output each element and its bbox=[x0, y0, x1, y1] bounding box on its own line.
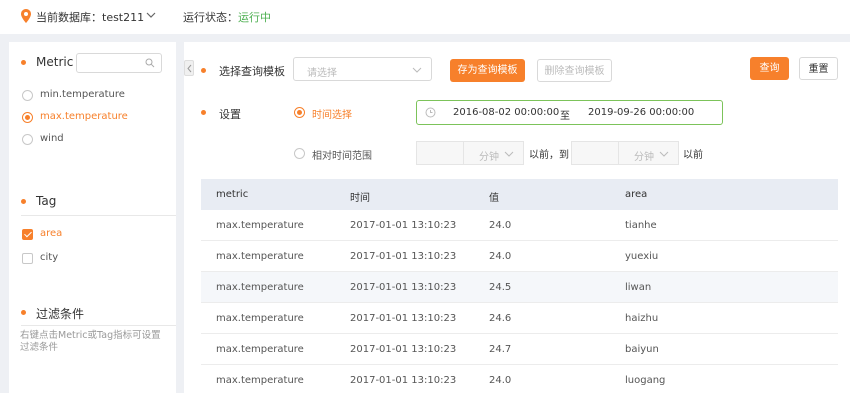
template-placeholder: 请选择 bbox=[307, 68, 337, 79]
table-row[interactable]: max.temperature 2017-01-01 13:10:23 24.0… bbox=[201, 241, 838, 272]
template-select[interactable]: 请选择 bbox=[293, 57, 432, 81]
cell-area: haizhu bbox=[625, 313, 659, 324]
settings-label: 设置 bbox=[219, 108, 241, 121]
relative-time-label[interactable]: 相对时间范围 bbox=[312, 147, 372, 162]
cell-area: tianhe bbox=[625, 220, 657, 231]
column-header: metric bbox=[216, 189, 249, 200]
column-header: 值 bbox=[489, 193, 499, 204]
table-header: metric 时间 值 area bbox=[201, 179, 838, 210]
before-label: 以前 bbox=[683, 150, 703, 161]
sidebar-collapse-handle[interactable] bbox=[184, 60, 194, 76]
chevron-down-icon[interactable] bbox=[146, 11, 156, 19]
divider bbox=[21, 215, 176, 216]
time-select-radio[interactable] bbox=[294, 107, 305, 118]
divider bbox=[21, 325, 176, 326]
cell-time: 2017-01-01 13:10:23 bbox=[350, 282, 457, 293]
save-template-button[interactable]: 存为查询模板 bbox=[450, 59, 525, 82]
relative-to-input[interactable] bbox=[571, 141, 619, 165]
unit-label: 分钟 bbox=[634, 152, 654, 163]
section-dot bbox=[21, 199, 26, 204]
chevron-left-icon bbox=[187, 64, 192, 73]
metric-search-input[interactable] bbox=[76, 53, 162, 73]
cell-time: 2017-01-01 13:10:23 bbox=[350, 313, 457, 324]
clock-icon bbox=[425, 107, 436, 118]
before-to-label: 以前，到 bbox=[529, 150, 569, 161]
cell-metric: max.temperature bbox=[216, 220, 304, 231]
tag-option-label[interactable]: area bbox=[40, 228, 62, 239]
cell-value: 24.0 bbox=[489, 220, 512, 231]
cell-area: yuexiu bbox=[625, 251, 659, 262]
time-select-label[interactable]: 时间选择 bbox=[312, 106, 352, 121]
current-database-label[interactable]: 当前数据库：test211 bbox=[36, 9, 144, 25]
metric-option-label[interactable]: wind bbox=[40, 133, 64, 144]
section-dot bbox=[21, 60, 26, 65]
section-dot bbox=[21, 310, 26, 315]
table-row[interactable]: max.temperature 2017-01-01 13:10:23 24.0… bbox=[201, 365, 838, 393]
search-icon bbox=[145, 58, 155, 68]
top-bar: 当前数据库：test211 运行状态：运行中 bbox=[0, 0, 850, 34]
main-panel: 选择查询模板 请选择 存为查询模板 删除查询模板 查询 重置 设置 时间选择 2… bbox=[184, 42, 850, 393]
cell-time: 2017-01-01 13:10:23 bbox=[350, 375, 457, 386]
metric-option-label[interactable]: max.temperature bbox=[40, 111, 128, 122]
location-pin-icon bbox=[21, 9, 31, 23]
cell-metric: max.temperature bbox=[216, 344, 304, 355]
sidebar: Metric min.temperature max.temperature w… bbox=[9, 42, 176, 393]
cell-value: 24.6 bbox=[489, 313, 512, 324]
metric-radio-min-temperature[interactable] bbox=[22, 90, 33, 101]
cell-area: liwan bbox=[625, 282, 652, 293]
filter-title: 过滤条件 bbox=[36, 307, 85, 321]
reset-button[interactable]: 重置 bbox=[799, 57, 838, 80]
template-label: 选择查询模板 bbox=[219, 65, 285, 78]
query-button[interactable]: 查询 bbox=[750, 57, 789, 80]
tag-option-label[interactable]: city bbox=[40, 252, 58, 263]
section-dot bbox=[201, 110, 206, 115]
cell-metric: max.temperature bbox=[216, 375, 304, 386]
section-dot bbox=[201, 68, 206, 73]
relative-from-unit-select[interactable]: 分钟 bbox=[463, 141, 524, 165]
cell-area: baiyun bbox=[625, 344, 659, 355]
delete-template-button[interactable]: 删除查询模板 bbox=[537, 59, 612, 82]
relative-to-unit-select[interactable]: 分钟 bbox=[618, 141, 679, 165]
run-status-value: 运行中 bbox=[238, 11, 271, 24]
run-status-label: 运行状态：运行中 bbox=[183, 11, 271, 24]
cell-value: 24.0 bbox=[489, 251, 512, 262]
table-row[interactable]: max.temperature 2017-01-01 13:10:23 24.6… bbox=[201, 303, 838, 334]
cell-metric: max.temperature bbox=[216, 282, 304, 293]
cell-value: 24.7 bbox=[489, 344, 512, 355]
time-end[interactable]: 2019-09-26 00:00:00 bbox=[588, 107, 694, 118]
cell-metric: max.temperature bbox=[216, 313, 304, 324]
cell-value: 24.5 bbox=[489, 282, 512, 293]
metric-title: Metric bbox=[36, 55, 74, 69]
metric-option-label[interactable]: min.temperature bbox=[40, 89, 125, 100]
chevron-down-icon bbox=[412, 67, 422, 73]
cell-area: luogang bbox=[625, 375, 666, 386]
unit-label: 分钟 bbox=[479, 152, 499, 163]
column-header: 时间 bbox=[350, 193, 370, 204]
metric-radio-wind[interactable] bbox=[22, 134, 33, 145]
time-range-picker[interactable]: 2016-08-02 00:00:00 至 2019-09-26 00:00:0… bbox=[416, 100, 723, 125]
tag-checkbox-area[interactable] bbox=[22, 229, 33, 240]
cell-time: 2017-01-01 13:10:23 bbox=[350, 344, 457, 355]
cell-time: 2017-01-01 13:10:23 bbox=[350, 251, 457, 262]
table-row[interactable]: max.temperature 2017-01-01 13:10:23 24.7… bbox=[201, 334, 838, 365]
tag-checkbox-city[interactable] bbox=[22, 253, 33, 264]
table-row[interactable]: max.temperature 2017-01-01 13:10:23 24.0… bbox=[201, 210, 838, 241]
cell-value: 24.0 bbox=[489, 375, 512, 386]
column-header: area bbox=[625, 189, 648, 200]
table-row[interactable]: max.temperature 2017-01-01 13:10:23 24.5… bbox=[201, 272, 838, 303]
relative-time-radio[interactable] bbox=[294, 148, 305, 159]
cell-metric: max.temperature bbox=[216, 251, 304, 262]
cell-time: 2017-01-01 13:10:23 bbox=[350, 220, 457, 231]
metric-radio-max-temperature[interactable] bbox=[22, 112, 33, 123]
time-to-separator: 至 bbox=[560, 111, 570, 122]
chevron-down-icon bbox=[504, 151, 514, 157]
tag-title: Tag bbox=[36, 194, 57, 208]
relative-from-input[interactable] bbox=[416, 141, 464, 165]
filter-hint: 右键点击Metric或Tag指标可设置过滤条件 bbox=[20, 330, 161, 353]
chevron-down-icon bbox=[659, 151, 669, 157]
time-start[interactable]: 2016-08-02 00:00:00 bbox=[453, 107, 559, 118]
